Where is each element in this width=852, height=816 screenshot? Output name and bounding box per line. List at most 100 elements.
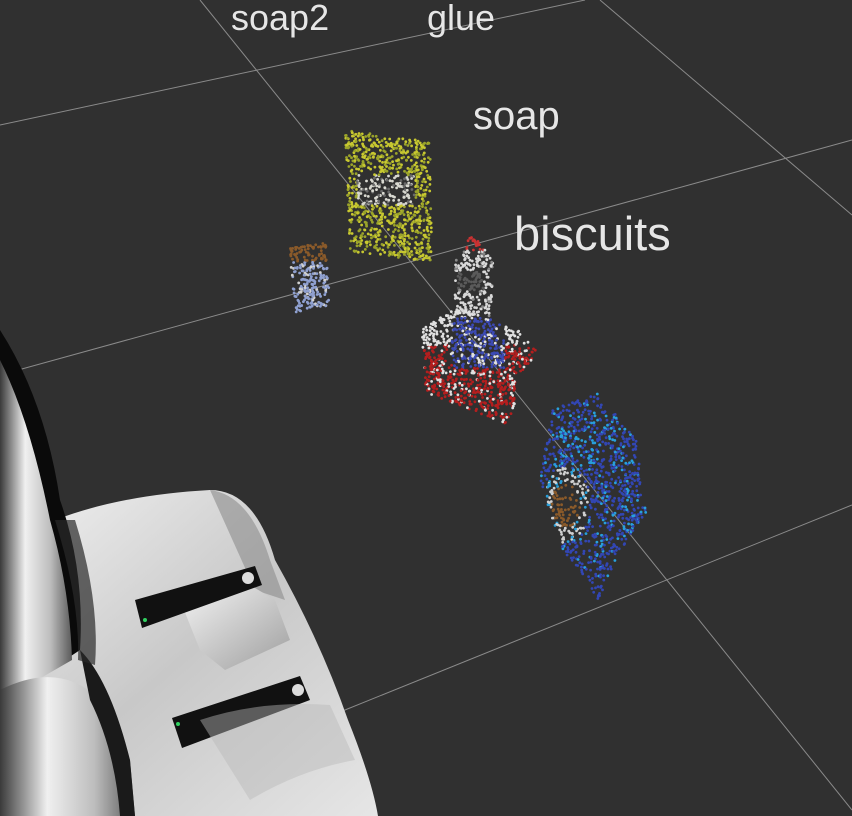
box-point: [468, 327, 472, 331]
soap2-point: [355, 180, 359, 184]
object-biscuits-pointcloud[interactable]: [539, 392, 648, 600]
biscuits-point: [562, 536, 565, 539]
biscuits-point: [587, 575, 590, 578]
box-point: [443, 324, 447, 328]
soap2-point: [360, 169, 364, 173]
biscuits-point: [595, 540, 599, 544]
biscuits-point: [599, 544, 603, 548]
soap-point: [322, 267, 326, 271]
box-point: [459, 339, 463, 342]
soap2-point: [408, 255, 412, 259]
box-point: [513, 354, 517, 358]
soap2-point: [362, 206, 366, 210]
biscuits-point: [631, 525, 635, 528]
biscuits-point: [614, 458, 618, 462]
biscuits-point: [589, 555, 593, 559]
biscuits-point: [584, 567, 588, 571]
box-point: [515, 339, 519, 343]
soap2-point: [415, 143, 419, 146]
biscuits-point: [565, 553, 569, 557]
object-box-pointcloud[interactable]: [421, 309, 537, 425]
soap2-point: [389, 240, 393, 244]
box-point: [483, 357, 486, 360]
biscuits-point: [584, 480, 587, 483]
scene-canvas[interactable]: [0, 0, 852, 816]
biscuits-point: [559, 430, 563, 434]
box-point: [506, 342, 510, 345]
biscuits-point: [600, 432, 603, 436]
soap-point: [297, 281, 301, 285]
box-point: [494, 412, 498, 415]
box-point: [505, 402, 508, 406]
biscuits-point: [576, 420, 580, 424]
soap2-point: [349, 239, 353, 243]
soap2-point: [361, 155, 365, 159]
box-point: [431, 349, 434, 353]
biscuits-point: [624, 472, 628, 476]
box-point: [452, 328, 455, 332]
biscuits-point: [540, 474, 543, 478]
soap2-point: [420, 159, 424, 163]
box-point: [506, 383, 510, 387]
biscuits-point: [592, 423, 596, 427]
biscuits-point: [590, 427, 594, 431]
biscuits-point: [623, 521, 626, 525]
soap-point: [305, 306, 309, 310]
box-point: [440, 367, 444, 371]
soap2-point: [429, 226, 433, 230]
glue-point: [476, 259, 480, 263]
soap2-point: [426, 174, 430, 177]
soap2-point: [418, 218, 422, 222]
biscuits-point: [577, 475, 580, 478]
soap2-point: [396, 162, 400, 166]
biscuits-point: [547, 440, 551, 444]
soap-point: [311, 272, 315, 276]
glue-point: [477, 250, 481, 254]
box-point: [471, 323, 474, 327]
biscuits-point: [626, 442, 630, 446]
biscuits-point: [556, 437, 559, 441]
biscuits-point: [587, 476, 590, 480]
biscuits-point: [611, 503, 614, 507]
biscuits-point: [595, 554, 599, 557]
biscuits-point: [597, 487, 601, 490]
glue-point: [478, 247, 482, 251]
glue-point: [487, 314, 491, 318]
glue-point: [485, 258, 489, 261]
soap-point: [299, 284, 303, 288]
biscuits-point: [561, 497, 564, 500]
biscuits-point: [636, 499, 639, 502]
biscuits-point: [602, 488, 606, 492]
biscuits-point: [632, 463, 636, 466]
soap-point: [295, 252, 299, 255]
soap2-point: [396, 170, 400, 174]
soap2-point: [422, 229, 426, 232]
biscuits-point: [588, 437, 592, 441]
soap2-point: [417, 252, 421, 256]
biscuits-point: [608, 481, 612, 485]
soap2-point: [400, 242, 404, 245]
soap-point: [303, 298, 306, 302]
biscuits-point: [636, 471, 640, 475]
object-soap2-pointcloud[interactable]: [344, 129, 433, 262]
soap-point: [308, 305, 312, 309]
object-soap-pointcloud[interactable]: [289, 242, 331, 314]
biscuits-point: [578, 516, 581, 520]
soap2-point: [389, 149, 393, 153]
biscuits-point: [598, 417, 602, 421]
soap2-point: [407, 155, 410, 159]
biscuits-point: [560, 427, 564, 431]
biscuits-point: [625, 438, 629, 442]
box-point: [499, 366, 503, 369]
soap2-point: [419, 231, 423, 235]
biscuits-point: [562, 440, 566, 443]
soap2-point: [384, 160, 388, 164]
box-point: [507, 328, 511, 332]
box-point: [455, 366, 459, 369]
soap2-point: [348, 196, 352, 200]
biscuits-point: [595, 471, 599, 475]
box-point: [523, 359, 527, 363]
rviz-3d-viewport[interactable]: soap2 glue soap biscuits: [0, 0, 852, 816]
glue-point: [467, 280, 471, 283]
biscuits-point: [626, 482, 630, 485]
